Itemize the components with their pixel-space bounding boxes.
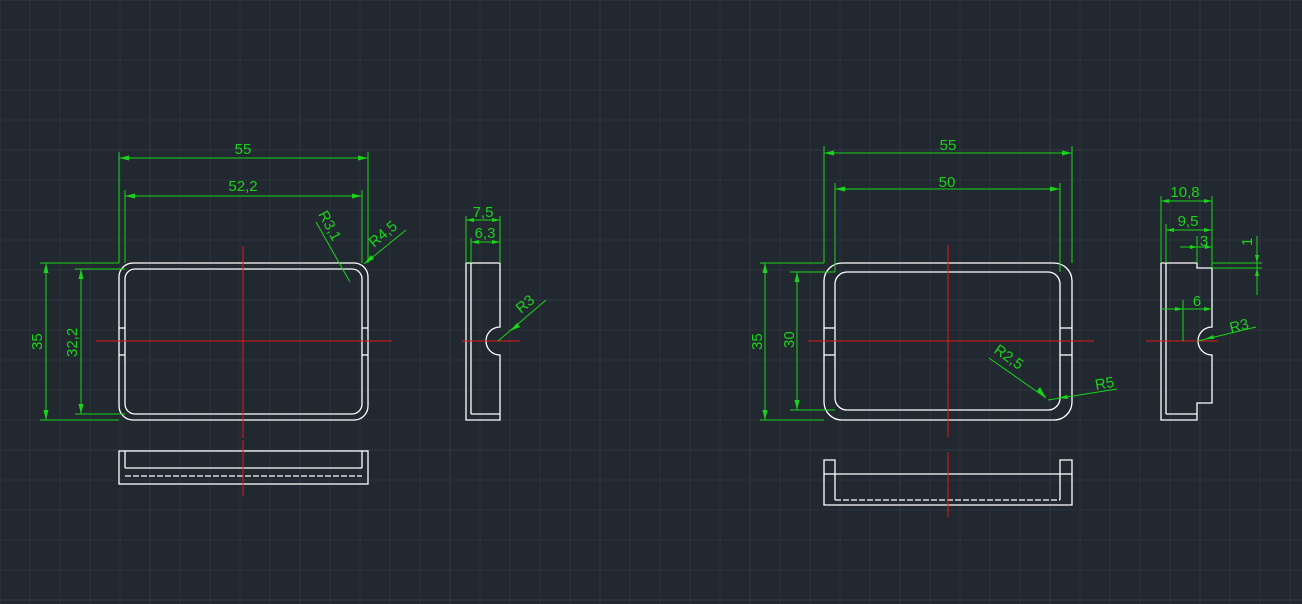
cad-drawing-canvas[interactable]: 55 52,2 R3,1 R4,5 35 32,2 7,5 6,3 R3 55 …: [0, 0, 1302, 604]
left-dim-side-width-outer: 7,5: [473, 204, 494, 221]
left-dim-radius-outer: R4,5: [366, 218, 401, 251]
left-top-view: [96, 246, 392, 438]
right-dim-side-notch-offset: 6: [1193, 293, 1201, 310]
left-dim-radius-inner: R3,1: [314, 208, 344, 244]
left-dim-height-outer: 35: [29, 333, 46, 350]
left-dim-width-outer: 55: [235, 141, 252, 158]
right-dim-side-step-height: 1: [1239, 238, 1256, 246]
right-side-view: [1146, 262, 1218, 421]
right-dim-height-outer: 35: [749, 333, 766, 350]
right-dim-height-inner: 30: [781, 331, 798, 348]
right-dimensions: 55 50 35 30 R2,5 R5 10,8 9,5 3 1 6 R3: [749, 137, 1262, 421]
right-part-drawing: 55 50 35 30 R2,5 R5 10,8 9,5 3 1 6 R3: [749, 137, 1262, 517]
right-top-view: [808, 245, 1094, 437]
right-dim-radius-outer: R5: [1094, 374, 1116, 394]
right-dim-radius-inner: R2,5: [991, 341, 1027, 373]
right-dim-side-width-outer: 10,8: [1170, 184, 1199, 201]
left-dim-width-inner: 52,2: [228, 178, 257, 195]
left-dim-side-width-inner: 6,3: [475, 225, 496, 242]
right-dim-width-inner: 50: [939, 174, 956, 191]
drawing-grid: [0, 0, 1302, 604]
right-dim-side-width-inner: 9,5: [1178, 213, 1199, 230]
right-dim-width-outer: 55: [940, 137, 957, 154]
left-dim-height-inner: 32,2: [64, 328, 81, 357]
right-front-view: [823, 452, 1073, 517]
left-dimensions: 55 52,2 R3,1 R4,5 35 32,2 7,5 6,3 R3: [29, 141, 547, 421]
left-dim-side-notch-radius: R3: [513, 292, 539, 317]
left-side-view: [462, 262, 520, 421]
right-dim-side-step: 3: [1200, 233, 1208, 250]
right-dim-side-notch-radius: R3: [1228, 316, 1251, 337]
left-part-drawing: 55 52,2 R3,1 R4,5 35 32,2 7,5 6,3 R3: [29, 141, 547, 496]
left-front-view: [118, 440, 369, 496]
